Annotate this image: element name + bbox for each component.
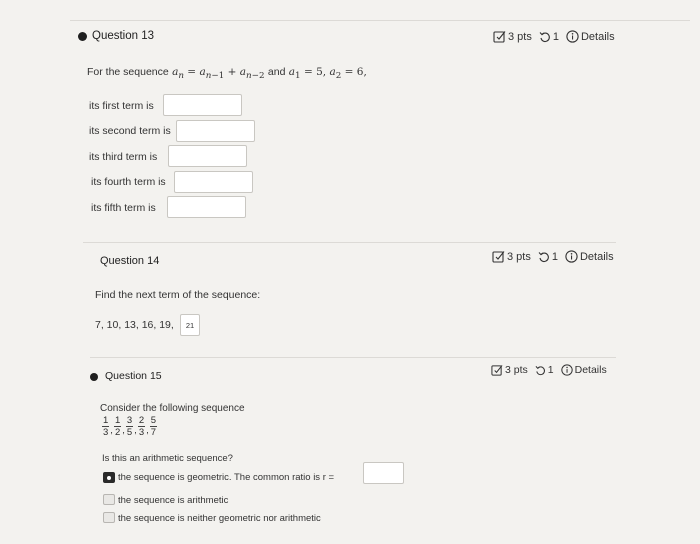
- retry-icon: [538, 251, 550, 263]
- recurrence-formula: an = an−1 + an−2: [172, 66, 265, 82]
- term-label: its first term is: [89, 100, 154, 112]
- third-term-input[interactable]: [168, 145, 247, 167]
- info-circle-icon[interactable]: [565, 250, 578, 263]
- sequence-text: 7, 10, 13, 16, 19,: [95, 319, 174, 331]
- retry-icon: [535, 365, 546, 376]
- question-14-title: Question 14: [100, 255, 160, 267]
- attempts-count: 1: [551, 250, 558, 263]
- question-15-prompt: Consider the following sequence: [100, 403, 245, 414]
- fraction: 23: [137, 415, 146, 438]
- question-bullet: [78, 32, 87, 41]
- fifth-term-input[interactable]: [167, 196, 246, 218]
- fraction: 12: [113, 415, 122, 438]
- question-15-meta: 3 pts 1 Details: [491, 364, 607, 376]
- fourth-term-input[interactable]: [174, 171, 253, 193]
- option-neither-radio[interactable]: [103, 512, 115, 523]
- term-label: its fourth term is: [91, 176, 166, 188]
- divider: [83, 242, 616, 243]
- option-geometric-label[interactable]: the sequence is geometric. The common ra…: [118, 472, 334, 483]
- option-geometric-radio[interactable]: [103, 472, 115, 483]
- term-label: its fifth term is: [91, 202, 156, 214]
- fraction-sequence: 13, 12, 35, 23, 57: [102, 415, 158, 438]
- option-arithmetic-label[interactable]: the sequence is arithmetic: [118, 495, 228, 506]
- info-circle-icon[interactable]: [566, 30, 579, 43]
- question-15-question: Is this an arithmetic sequence?: [102, 453, 233, 464]
- option-neither-label[interactable]: the sequence is neither geometric nor ar…: [118, 513, 321, 524]
- details-link[interactable]: Details: [575, 364, 607, 376]
- attempts-count: 1: [547, 364, 554, 376]
- details-link[interactable]: Details: [580, 251, 614, 263]
- details-link[interactable]: Details: [581, 31, 615, 43]
- points-label: 3 pts: [508, 30, 532, 43]
- divider: [70, 20, 690, 21]
- fraction: 57: [149, 415, 158, 438]
- question-13-title: Question 13: [92, 30, 155, 42]
- edit-square-icon: [492, 250, 505, 263]
- first-term-input[interactable]: [163, 94, 242, 116]
- term-label: its third term is: [89, 151, 158, 163]
- points-label: 3 pts: [507, 250, 531, 263]
- edit-square-icon: [491, 364, 503, 376]
- second-term-input[interactable]: [176, 120, 255, 142]
- term-label: its second term is: [89, 125, 171, 137]
- initial-values: a1 = 5, a2 = 6,: [288, 66, 367, 82]
- question-15-title: Question 15: [105, 370, 162, 382]
- question-13-prompt: For the sequence an = an−1 + an−2 and a1…: [87, 66, 367, 82]
- edit-square-icon: [493, 30, 506, 43]
- question-13-meta: 3 pts 1 Details: [493, 30, 615, 43]
- points-label: 3 pts: [505, 364, 528, 376]
- divider: [90, 357, 616, 358]
- question-14-prompt: Find the next term of the sequence:: [95, 289, 261, 301]
- next-term-input[interactable]: 21: [180, 314, 200, 336]
- retry-icon: [539, 31, 551, 43]
- fraction: 13: [102, 415, 110, 438]
- info-circle-icon[interactable]: [560, 364, 573, 376]
- attempts-count: 1: [552, 30, 559, 43]
- option-arithmetic-radio[interactable]: [103, 494, 115, 505]
- fraction: 35: [125, 415, 134, 438]
- question-bullet: [90, 373, 98, 381]
- question-14-meta: 3 pts 1 Details: [492, 250, 614, 263]
- common-ratio-input[interactable]: [363, 462, 404, 484]
